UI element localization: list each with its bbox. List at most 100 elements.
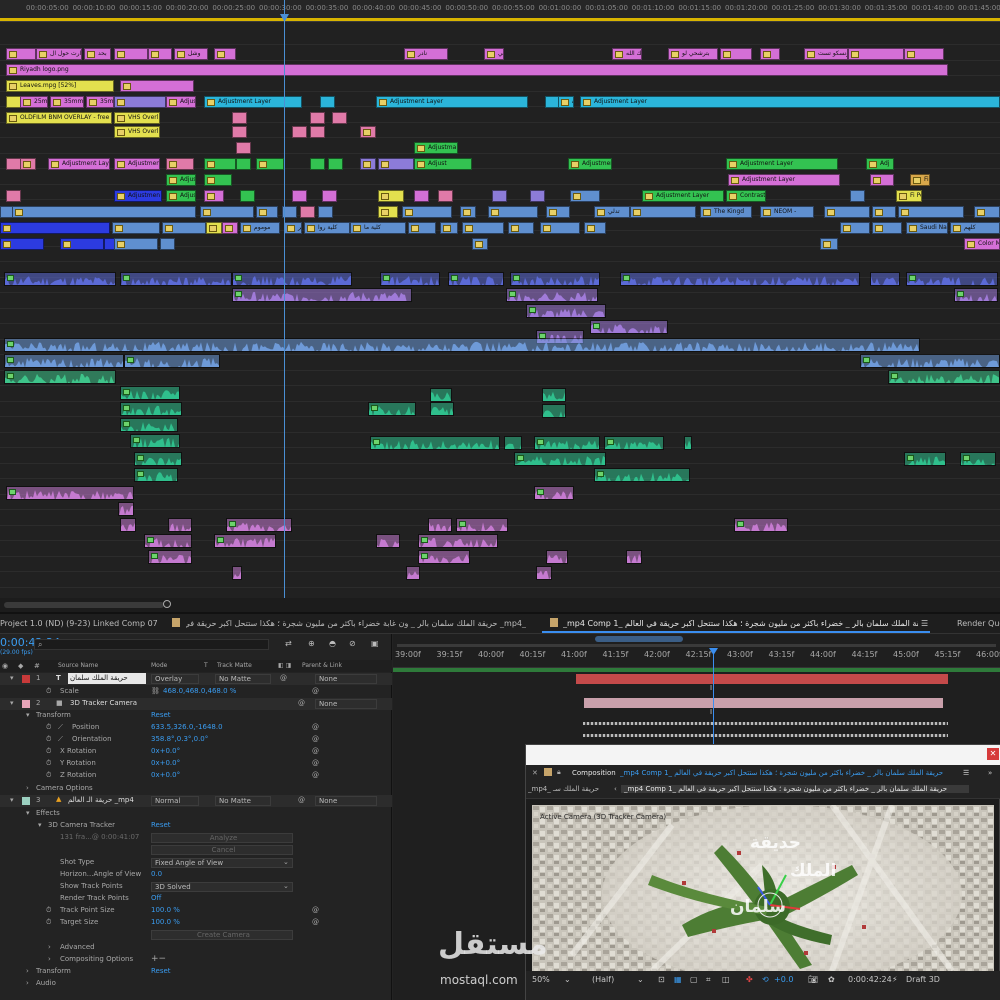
expand-arrow-icon[interactable]: › (26, 967, 29, 975)
magnification-dropdown[interactable]: 50% (532, 975, 550, 984)
lock-icon[interactable]: 🔒︎ (557, 768, 561, 777)
timeline-scrollbar[interactable] (0, 598, 1000, 612)
video-clip[interactable]: VHS Overl (114, 112, 160, 124)
breadcrumb-footage[interactable]: _mp4_ حريقة الملك سـ (528, 785, 608, 793)
audio-clip[interactable] (232, 272, 352, 286)
video-clip[interactable] (322, 190, 337, 202)
video-clip[interactable] (120, 80, 194, 92)
video-clip[interactable] (318, 206, 333, 218)
track-matte-dropdown[interactable]: No Matte (215, 674, 271, 684)
layer-row-3[interactable]: ▾ 3 ▲ حريقة الـ العالم _mp4 Normal No Ma… (0, 795, 392, 807)
footage-tab[interactable]: _mp4_ حريقة الملك سلمان بالر _ ون غابة خ… (186, 619, 526, 628)
video-clip[interactable]: Adjustmen (114, 190, 162, 202)
pickwhip-icon[interactable]: @ (312, 918, 319, 926)
renderer-label[interactable]: Draft 3D (906, 975, 940, 984)
layer-name[interactable]: حريقة الـ العالم _mp4 (68, 796, 146, 804)
audio-clip[interactable] (368, 402, 416, 416)
video-clip[interactable]: بحد (84, 48, 111, 60)
audio-clip[interactable] (542, 404, 566, 418)
parent-dropdown[interactable]: None (315, 674, 377, 684)
expand-arrow-icon[interactable]: ▾ (10, 699, 14, 707)
render-queue-tab[interactable]: Render Queue (957, 619, 1000, 628)
video-clip[interactable] (904, 48, 944, 60)
stopwatch-icon[interactable]: ⏱ (46, 735, 51, 744)
audio-clip[interactable] (546, 550, 568, 564)
audio-clip[interactable] (120, 386, 180, 400)
reset-link[interactable]: Reset (151, 711, 171, 719)
stopwatch-icon[interactable]: ⏱ (46, 723, 51, 732)
video-clip[interactable]: Leaves.mpg [52%] (6, 80, 114, 92)
video-clip[interactable]: 35mm (86, 96, 114, 108)
audio-clip[interactable] (684, 436, 692, 450)
audio-clip[interactable] (514, 452, 606, 466)
video-clip[interactable] (760, 48, 780, 60)
video-clip[interactable]: نادر (404, 48, 448, 60)
video-clip[interactable] (206, 222, 222, 234)
audio-clip[interactable] (4, 354, 124, 368)
audio-clip[interactable] (406, 566, 420, 580)
layer-2-bar[interactable] (584, 698, 943, 708)
mask-visibility-icon[interactable]: ▢ (690, 975, 698, 984)
expand-arrow-icon[interactable]: ▾ (10, 674, 14, 682)
layer-name[interactable]: حريقة الملك سلمان (68, 673, 146, 684)
video-clip[interactable]: Adjustmen (114, 158, 160, 170)
video-clip[interactable] (630, 206, 696, 218)
zoom-navigator[interactable] (595, 636, 683, 642)
video-clip[interactable] (472, 238, 488, 250)
video-clip[interactable] (360, 158, 376, 170)
audio-clip[interactable] (214, 534, 276, 548)
video-clip[interactable] (256, 206, 278, 218)
audio-clip[interactable] (120, 418, 178, 432)
yrotation-value[interactable]: 0x+0.0° (151, 759, 180, 767)
layer-color-swatch[interactable] (22, 700, 30, 708)
video-clip[interactable]: NEOM - (760, 206, 814, 218)
video-clip[interactable]: Color M (964, 238, 1000, 250)
video-clip[interactable] (292, 126, 307, 138)
video-clip[interactable]: سير (284, 222, 302, 234)
close-icon[interactable]: ✕ (987, 748, 999, 760)
cancel-button[interactable]: Cancel (151, 845, 293, 855)
audio-clip[interactable] (4, 370, 116, 384)
video-clip[interactable] (222, 222, 238, 234)
video-clip[interactable] (160, 238, 175, 250)
audio-clip[interactable] (130, 434, 180, 448)
video-clip[interactable]: بترشحي لو (668, 48, 718, 60)
audio-clip[interactable] (144, 534, 192, 548)
video-clip[interactable]: Adj (866, 158, 894, 170)
video-clip[interactable] (408, 222, 436, 234)
horizon-value[interactable]: 0.0 (151, 870, 162, 878)
guides-icon[interactable]: ⌗ (706, 975, 711, 985)
audio-clip[interactable] (376, 534, 400, 548)
video-clip[interactable]: Adjustment Layer (642, 190, 724, 202)
audio-clip[interactable] (232, 288, 412, 302)
expand-arrow-icon[interactable]: ▾ (10, 796, 14, 804)
video-clip[interactable] (332, 112, 347, 124)
pickwhip-icon[interactable]: @ (312, 735, 319, 743)
video-clip[interactable]: Adjustment Layer (568, 158, 612, 170)
audio-clip[interactable] (456, 518, 508, 532)
video-clip[interactable]: Adjustma (414, 142, 458, 154)
audio-clip[interactable] (118, 502, 134, 516)
audio-clip[interactable] (4, 338, 920, 352)
audio-clip[interactable] (124, 354, 220, 368)
shy-layers-icon[interactable]: ◓ (329, 639, 336, 648)
panel-menu-icon[interactable]: ☰ (963, 769, 969, 777)
video-clip[interactable]: Adjustment Layer (48, 158, 110, 170)
audio-clip[interactable] (734, 518, 788, 532)
video-clip[interactable] (204, 158, 236, 170)
video-clip[interactable] (204, 174, 232, 186)
video-clip[interactable] (460, 206, 476, 218)
pickwhip-icon[interactable]: @ (298, 796, 305, 804)
video-clip[interactable]: Adjustment Layer (728, 174, 840, 186)
video-clip[interactable] (546, 206, 570, 218)
more-icon[interactable]: » (988, 769, 992, 777)
video-clip[interactable] (360, 126, 376, 138)
target-size-value[interactable]: 100.0 % (151, 918, 180, 926)
analyze-button[interactable]: Analyze (151, 833, 293, 843)
parent-dropdown[interactable]: None (315, 796, 377, 806)
exposure-value[interactable]: +0.0 (774, 975, 793, 984)
comp-name-tab[interactable]: _mp4 Comp 1_ حريقة الملك سلمان بالر _ خض… (620, 769, 960, 777)
video-clip[interactable]: Adj (558, 96, 574, 108)
video-clip[interactable] (320, 96, 335, 108)
video-clip[interactable]: Riyadh logo.png (6, 64, 948, 76)
